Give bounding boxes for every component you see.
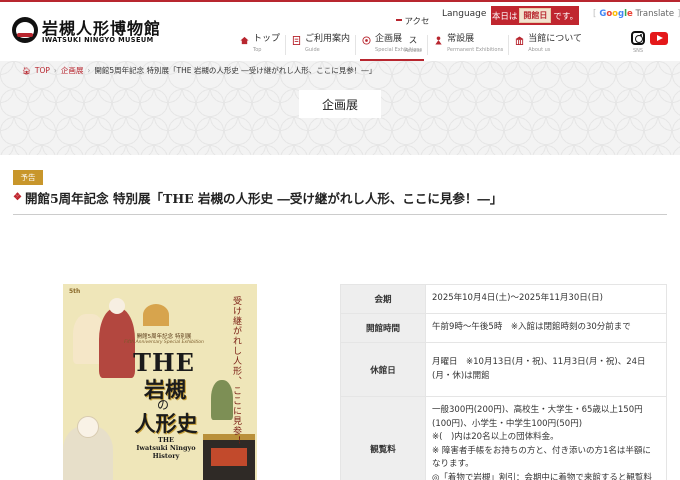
table-row: 開館時間 午前9時～午後5時 ※入館は閉館時刻の30分前まで	[340, 313, 667, 343]
period-label: 会期	[340, 284, 426, 314]
language-link[interactable]: Language	[442, 9, 486, 19]
nav-item-permanent-exhibitions[interactable]: 常設展 Permanent Exhibitions	[428, 33, 510, 59]
google-translate-button[interactable]: [Google Translate]	[590, 9, 680, 19]
poster-title-en-line: THE	[158, 436, 174, 444]
youtube-icon[interactable]	[650, 32, 668, 45]
top-accent-bar	[0, 0, 680, 2]
breadcrumb-home-link[interactable]: TOP	[35, 66, 50, 75]
site-logo[interactable]: 岩槻人形博物館 IWATSUKI NINGYO MUSEUM	[12, 14, 160, 48]
table-row: 観覧料 一般300円(200円)、高校生・大学生・65歳以上150円(100円)…	[340, 396, 667, 480]
poster-subtitle: 開館5周年記念 特別展	[136, 334, 192, 340]
poster-subtitle-en: Fifth Anniversary Special Exhibition	[124, 340, 204, 345]
nav-label-en: Permanent Exhibitions	[447, 47, 504, 53]
access-dash-icon	[396, 18, 403, 21]
nav-item-guide[interactable]: ご利用案内 Guide	[286, 33, 357, 59]
logo-subtitle: IWATSUKI NINGYO MUSEUM	[42, 36, 154, 44]
fee-value: 一般300円(200円)、高校生・大学生・65歳以上150円(100円)、小学生…	[425, 396, 667, 480]
exhibition-title: 開館5周年記念 特別展「THE 岩槻の人形史 ―受け継がれし人形、ここに見参！―…	[24, 191, 503, 206]
breadcrumb: 🏠︎ TOP › 企画展 › 開館5周年記念 特別展「THE 岩槻の人形史 ―受…	[22, 65, 376, 76]
main-nav: トップ Top ご利用案内 Guide 企画展 Special Exhibiti…	[234, 33, 588, 61]
poster-title-en-line: Iwatsuki Ningyo	[136, 444, 196, 452]
period-value: 2025年10月4日(土)～2025年11月30日(日)	[425, 284, 667, 314]
poster-the: THE	[133, 348, 195, 377]
breadcrumb-chevron-icon: ›	[87, 66, 91, 75]
hours-label: 開館時間	[340, 313, 426, 343]
poster-fan-figure	[143, 304, 169, 326]
nav-label-en: Top	[253, 47, 262, 53]
poster-title-en: THE Iwatsuki Ningyo History	[125, 436, 207, 460]
nav-item-about-us[interactable]: 当館について About us	[509, 33, 588, 59]
document-icon	[292, 36, 301, 45]
breadcrumb-home-icon: 🏠︎	[22, 66, 31, 75]
nav-label-en: Guide	[305, 47, 320, 53]
poster-anniversary-mark: 5th	[69, 288, 81, 295]
nav-item-top[interactable]: トップ Top	[234, 33, 287, 59]
breadcrumb-chevron-icon: ›	[53, 66, 57, 75]
closed-label: 休館日	[340, 342, 426, 397]
poster-title-2: 人形史	[134, 411, 198, 436]
google-logo-icon: Google	[599, 9, 633, 19]
poster-title-en-line: History	[152, 452, 180, 460]
translate-label: Translate	[635, 9, 675, 19]
hours-value: 午前9時～午後5時 ※入館は閉館時刻の30分前まで	[425, 313, 667, 343]
nav-label-en: Special Exhibitions	[375, 47, 423, 53]
sns-label: SNS	[633, 48, 644, 54]
doll-icon	[435, 36, 442, 45]
open-suffix: です。	[553, 11, 579, 22]
flower-icon	[362, 36, 371, 45]
fee-line: ※ 障害者手帳をお持ちの方と、付き添いの方1名は半額になります。	[432, 445, 651, 470]
open-prefix: 本日は	[491, 11, 518, 22]
page-title: 企画展	[299, 90, 381, 118]
fee-line: 一般300円(200円)、高校生・大学生・65歳以上150円(100円)、小学生…	[432, 405, 643, 429]
open-status-banner: 本日は 開館日 です。	[491, 6, 579, 25]
poster-vertical-tagline: 受け継がれし人形、ここに見参！	[231, 296, 241, 446]
nav-label: 常設展	[447, 34, 475, 44]
poster-float-figure	[203, 434, 255, 480]
home-icon	[240, 36, 249, 45]
table-row: 休館日 月曜日 ※10月13日(月・祝)、11月3日(月・祝)、24日(月・休)…	[340, 342, 667, 397]
fee-line: ◎「着物で岩槻」割引：会期中に着物で来館すると観覧料が無	[432, 472, 652, 480]
diamond-flower-icon: ❖	[13, 192, 22, 203]
fee-label: 観覧料	[340, 396, 426, 480]
breadcrumb-section-link[interactable]: 企画展	[61, 65, 84, 76]
exhibition-heading: ❖ 開館5周年記念 特別展「THE 岩槻の人形史 ―受け継がれし人形、ここに見参…	[13, 188, 667, 215]
fee-line: ※( )内は20名以上の団体料金。	[432, 432, 559, 442]
breadcrumb-current: 開館5周年記念 特別展「THE 岩槻の人形史 ―受け継がれし人形、ここに見参！―…	[94, 66, 377, 75]
nav-label-en: About us	[528, 47, 551, 53]
logo-doll-icon	[12, 17, 38, 43]
exhibition-poster-image[interactable]: 5th 受け継がれし人形、ここに見参！ 開館5周年記念 特別展 Fifth An…	[63, 284, 257, 480]
open-status-pill: 開館日	[519, 8, 552, 23]
nav-label: 当館について	[528, 34, 582, 44]
closed-value: 月曜日 ※10月13日(月・祝)、11月3日(月・祝)、24日(月・休)は開館	[425, 342, 667, 397]
instagram-icon[interactable]	[631, 31, 645, 45]
nav-item-special-exhibitions[interactable]: 企画展 Special Exhibitions	[356, 33, 429, 61]
nav-label: 企画展	[375, 34, 403, 44]
status-badge: 予告	[13, 170, 43, 185]
building-icon	[515, 36, 524, 45]
table-row: 会期 2025年10月4日(土)～2025年11月30日(日)	[340, 284, 667, 314]
exhibition-info-table: 会期 2025年10月4日(土)～2025年11月30日(日) 開館時間 午前9…	[340, 284, 667, 480]
poster-doll-figure	[63, 416, 113, 480]
